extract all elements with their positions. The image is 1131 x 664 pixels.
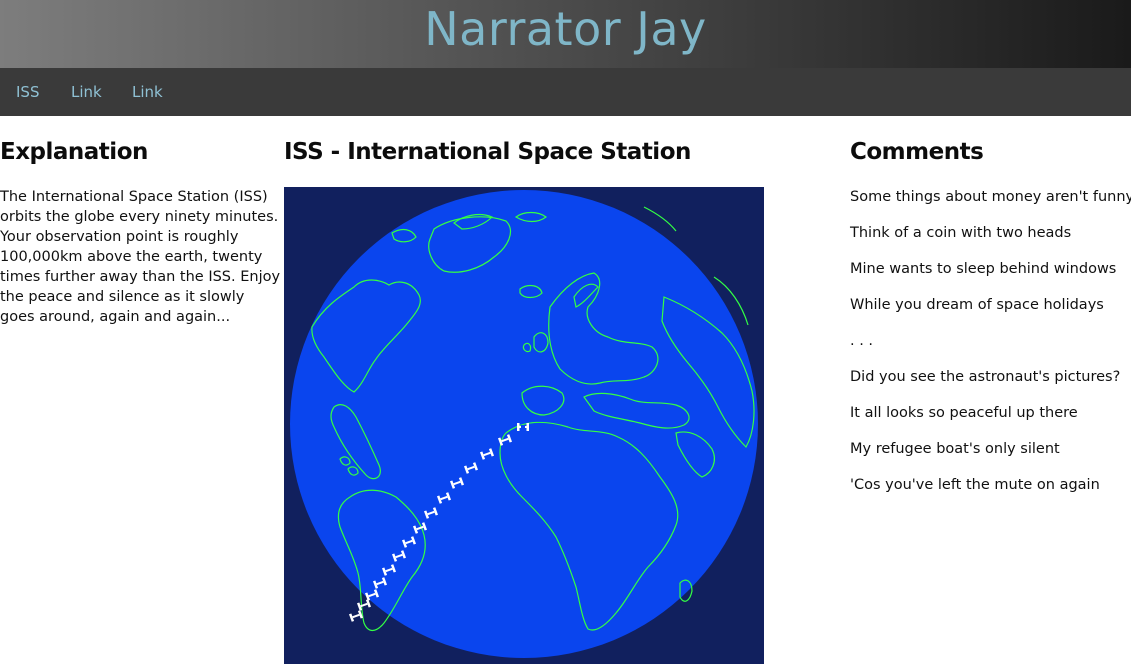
navbar: ISS Link Link (0, 68, 1131, 116)
site-header: Narrator Jay (0, 0, 1131, 68)
nav-link-1[interactable]: Link (71, 68, 102, 116)
iss-globe-view (284, 187, 764, 664)
comment-item: . . . (850, 333, 874, 349)
comments-list: Some things about money aren't funny Thi… (850, 187, 1131, 511)
nav-link-2[interactable]: Link (132, 68, 163, 116)
comment-item: While you dream of space holidays (850, 297, 1104, 313)
comments-heading: Comments (850, 139, 984, 165)
nav-link-iss[interactable]: ISS (16, 68, 39, 116)
comment-item: It all looks so peaceful up there (850, 405, 1078, 421)
explanation-heading: Explanation (0, 139, 148, 165)
iss-heading: ISS - International Space Station (284, 139, 691, 165)
iss-track-marker (356, 599, 372, 611)
comment-item: Think of a coin with two heads (850, 225, 1072, 241)
comment-item: 'Cos you've left the mute on again (850, 477, 1100, 493)
comment-item: Did you see the astronaut's pictures? (850, 369, 1121, 385)
comment-item: My refugee boat's only silent (850, 441, 1060, 457)
comment-item: Mine wants to sleep behind windows (850, 261, 1117, 277)
comment-item: Some things about money aren't funny (850, 189, 1131, 205)
globe-svg (290, 190, 758, 658)
iss-track-marker (348, 610, 364, 622)
explanation-text: The International Space Station (ISS) or… (0, 189, 281, 325)
site-title: Narrator Jay (424, 2, 707, 56)
